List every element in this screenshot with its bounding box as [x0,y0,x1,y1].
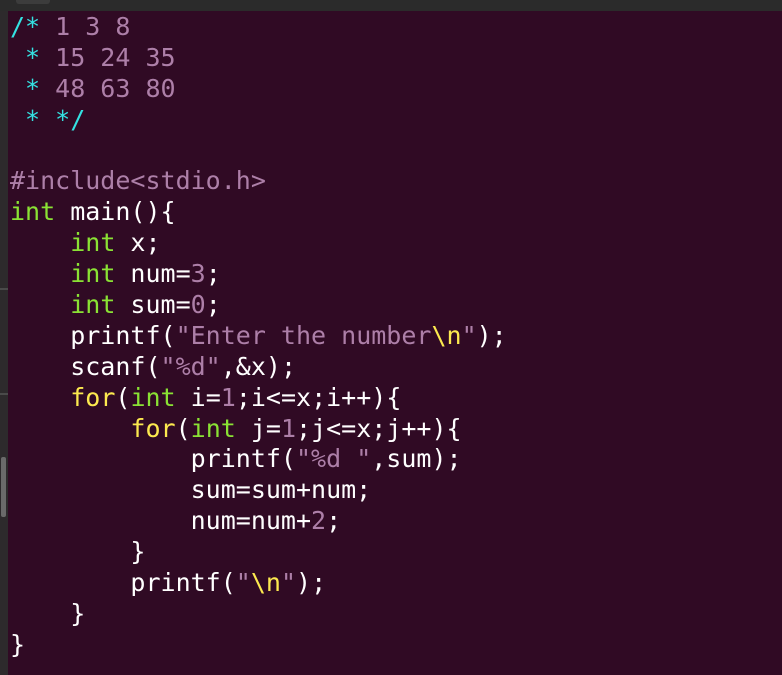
code-line: int x; [10,228,778,259]
code-line: for(int i=1;i<=x;i++){ [10,383,778,414]
code-token: * [10,42,56,72]
code-token: ); [476,320,507,350]
left-gutter-strip [0,11,8,675]
code-token: int [70,290,116,320]
code-token: for [70,382,116,412]
code-line: * 48 63 80 [10,74,778,105]
code-line: printf("\n"); [10,568,778,599]
code-line: } [10,630,778,661]
code-token: sum=sum+num; [10,475,372,505]
code-token: } [10,629,26,659]
gutter-mark [0,288,8,290]
code-token: int [70,259,116,289]
code-line: } [10,599,778,630]
code-token: scanf( [10,351,161,381]
code-line: int sum=0; [10,290,778,321]
code-line: * 15 24 35 [10,43,778,74]
code-token: " [461,320,477,350]
code-token: "%d " [295,444,372,474]
top-tab[interactable] [16,0,50,4]
code-token: * */ [10,104,86,134]
code-token: ; [326,506,342,536]
code-token: /* [10,12,56,41]
code-token: 1 3 8 [55,12,131,41]
code-token: x; [115,228,161,258]
code-token: "Enter the number [175,320,432,350]
code-token: num=num+ [10,506,312,536]
code-line: num=num+2; [10,506,778,537]
code-token: num= [115,259,191,289]
code-line: scanf("%d",&x); [10,352,778,383]
window-top-bar [0,0,782,11]
code-line: /* 1 3 8 [10,12,778,43]
code-token: 15 24 35 [55,42,176,72]
code-token: 3 [190,259,206,289]
code-token: "%d" [160,351,221,381]
code-line: printf("Enter the number\n"); [10,321,778,352]
code-token: " [280,568,297,598]
code-line: * */ [10,105,778,136]
code-line: int main(){ [10,197,778,228]
code-token: <stdio.h> [130,166,266,196]
code-token: ; [205,259,221,289]
code-editor[interactable]: /* 1 3 8 * 15 24 35 * 48 63 80 * */ #incl… [10,12,778,661]
code-token: 1 [220,382,236,412]
code-token: } [10,598,86,628]
code-token: printf( [10,320,176,350]
code-token: * [10,73,56,103]
code-token: printf( [10,568,236,598]
code-token: 0 [190,290,206,320]
code-token: int [190,413,236,443]
code-token: ,&x); [220,351,296,381]
code-token: \n [250,568,281,598]
code-token: int [70,228,116,258]
code-token: " [235,568,251,598]
code-token: #include [10,166,131,196]
code-token: sum= [115,290,191,320]
code-token: \n [431,320,462,350]
code-token: j= [235,413,281,443]
code-token: } [10,537,146,567]
code-line: sum=sum+num; [10,475,778,506]
code-token: ); [296,568,327,598]
gutter-mark [0,393,8,395]
code-line: printf("%d ",sum); [10,444,778,475]
code-token: int [10,197,56,227]
scroll-handle[interactable] [1,457,6,517]
code-line: int num=3; [10,259,778,290]
code-token: ( [115,382,131,412]
code-token: main(){ [55,197,176,227]
code-token: printf( [10,444,296,474]
code-token: 48 63 80 [55,73,176,103]
code-token: 2 [311,506,327,536]
code-line: #include<stdio.h> [10,166,778,197]
code-token: ,sum); [371,444,462,474]
code-token: ;j<=x;j++){ [296,413,462,443]
code-token: ( [175,413,191,443]
code-line: } [10,537,778,568]
code-token: i= [175,382,221,412]
code-token: 1 [280,413,297,443]
code-token: for [130,413,176,443]
code-token: ; [205,290,221,320]
code-token: ;i<=x;i++){ [235,382,402,412]
code-token: int [130,382,176,412]
code-line: for(int j=1;j<=x;j++){ [10,414,778,445]
